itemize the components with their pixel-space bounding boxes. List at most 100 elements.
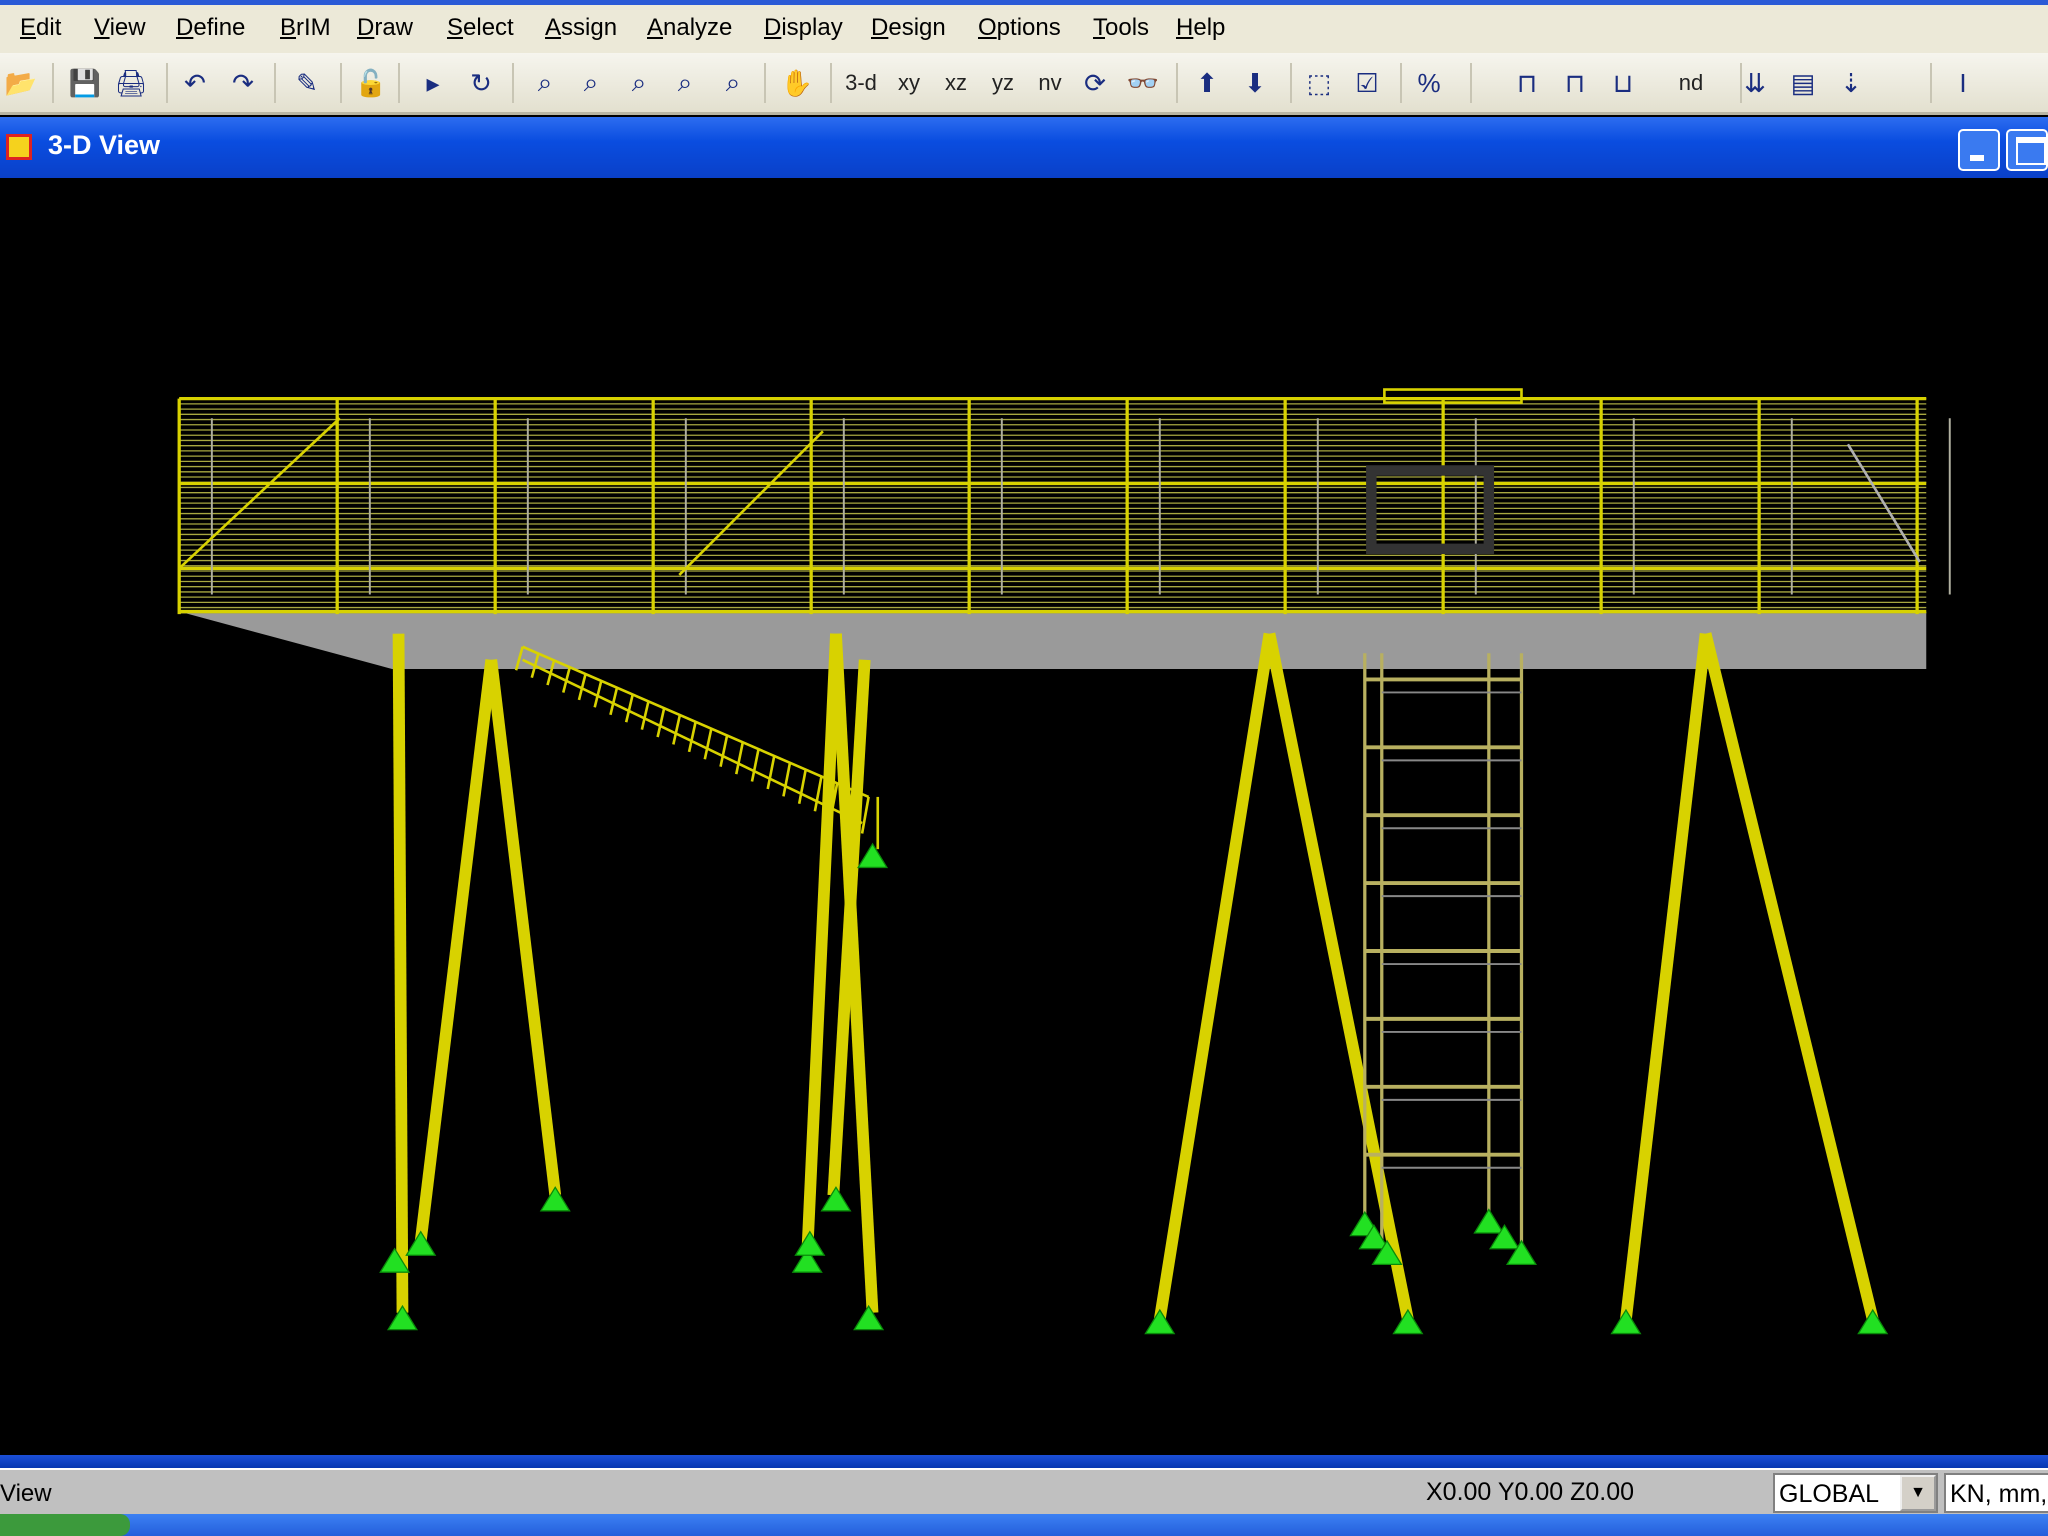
start-button[interactable]	[0, 1514, 130, 1536]
zoom-out-icon[interactable]: ⌕	[714, 63, 752, 103]
deck-opening	[1383, 388, 1523, 404]
support-icon	[1857, 1308, 1889, 1335]
rotate-icon[interactable]: ↻	[462, 63, 500, 103]
menu-analyze[interactable]: Analyze	[647, 14, 732, 42]
menu-display[interactable]: Display	[764, 14, 843, 42]
view-xy-button[interactable]: xy	[890, 63, 928, 103]
refresh-icon[interactable]: ⟳	[1076, 63, 1114, 103]
status-text: View	[0, 1480, 52, 1507]
stair-tread	[672, 714, 682, 745]
menu-assign[interactable]: Assign	[545, 14, 617, 42]
redo-icon[interactable]: ↷	[224, 63, 262, 103]
pan-icon[interactable]: ✋	[778, 63, 816, 103]
support-icon	[1144, 1308, 1176, 1335]
support-icon	[1610, 1308, 1642, 1335]
toolbar-separator	[1400, 63, 1402, 103]
stair-tread	[750, 748, 760, 782]
column	[392, 633, 409, 1313]
coordinate-system-select[interactable]: GLOBAL ▼	[1773, 1473, 1938, 1513]
view-xz-button[interactable]: xz	[937, 63, 975, 103]
menu-view[interactable]: View	[94, 14, 146, 42]
coordinate-system-value: GLOBAL	[1779, 1480, 1880, 1508]
menu-draw[interactable]: Draw	[357, 14, 413, 42]
toolbar-separator	[512, 63, 514, 103]
app-icon	[6, 134, 32, 160]
menu-design[interactable]: Design	[871, 14, 946, 42]
structure-model	[177, 388, 1951, 1335]
3d-model-viewport[interactable]	[0, 178, 2048, 1455]
menu-define[interactable]: Define	[176, 14, 245, 42]
minimize-button[interactable]	[1958, 129, 2000, 171]
zoom-previous-icon[interactable]: ⌕	[620, 63, 658, 103]
toolbar-separator	[52, 63, 54, 103]
stair-tread	[703, 728, 713, 760]
load-case-icon[interactable]: ⇣	[1832, 63, 1870, 103]
status-bar: View X0.00 Y0.00 Z0.00 GLOBAL ▼ KN, mm, C	[0, 1468, 2048, 1514]
column	[414, 659, 498, 1242]
menu-select[interactable]: Select	[447, 14, 514, 42]
chevron-down-icon[interactable]: ▼	[1900, 1475, 1936, 1511]
shrink-icon[interactable]: ⬚	[1300, 63, 1338, 103]
lock-icon[interactable]: 🔓	[352, 63, 390, 103]
run-icon[interactable]: ▸	[414, 63, 452, 103]
load-display-icon[interactable]: ▤	[1784, 63, 1822, 103]
view-window-titlebar[interactable]: 3-D View	[0, 117, 2048, 178]
down-icon[interactable]: ⬇	[1236, 63, 1274, 103]
support-icon	[794, 1230, 826, 1256]
toolbar-separator	[1176, 63, 1178, 103]
frame-template-icon[interactable]: ⊓	[1556, 63, 1594, 103]
window-bottom-border	[0, 1455, 2048, 1468]
support-icon	[857, 842, 889, 869]
menu-help[interactable]: Help	[1176, 14, 1225, 42]
toolbar-separator	[764, 63, 766, 103]
support-icon	[820, 1186, 852, 1212]
section-icon[interactable]: I	[1944, 63, 1982, 103]
units-select[interactable]: KN, mm, C	[1944, 1473, 2048, 1513]
bridge-icon[interactable]: ⊔	[1604, 63, 1642, 103]
stair-tread	[813, 776, 823, 812]
menu-bar: Edit View Define BrIM Draw Select Assign Analyz…	[0, 5, 2048, 53]
view-3-d-button[interactable]: 3-d	[842, 63, 880, 103]
toolbar-separator	[340, 63, 342, 103]
menu-edit[interactable]: Edit	[20, 14, 61, 42]
support-icon	[1473, 1208, 1505, 1234]
support-icon	[853, 1304, 885, 1331]
support-icon	[1392, 1308, 1424, 1335]
column	[485, 659, 562, 1196]
toolbar: 📂 💾 🖨 ↶ ↷ ✎ 🔓 ▸ ↻ ⌕ ⌕ ⌕ ⌕ ⌕ ✋ 3-d xy xz yz nv ⟳ 👓 ⬆ ⬇ ⬚ ☑% ⊓ ⊓ ⊔ nd ⇊ ▤…	[0, 53, 2048, 115]
stair-tread	[640, 701, 650, 730]
toolbar-separator	[398, 63, 400, 103]
check-icon[interactable]: ☑	[1348, 63, 1386, 103]
zoom-window-icon[interactable]: ⌕	[526, 63, 564, 103]
zoom-restore-icon[interactable]: ⌕	[572, 63, 610, 103]
menu-options[interactable]: Options	[978, 14, 1061, 42]
zoom-in-icon[interactable]: ⌕	[666, 63, 704, 103]
frame-icon[interactable]: ⊓	[1508, 63, 1546, 103]
menu-tools[interactable]: Tools	[1093, 14, 1149, 42]
stair-tread	[656, 707, 666, 738]
maximize-button[interactable]	[2006, 129, 2048, 171]
stair-tread	[719, 735, 729, 767]
print-icon[interactable]: 🖨	[112, 63, 150, 103]
menu-brim[interactable]: BrIM	[280, 14, 331, 42]
nd-button[interactable]: nd	[1672, 63, 1710, 103]
percent-icon[interactable]: %	[1410, 63, 1448, 103]
save-icon[interactable]: 💾	[66, 63, 104, 103]
toolbar-separator	[166, 63, 168, 103]
column	[1263, 632, 1414, 1321]
column	[1153, 632, 1276, 1321]
view-nv-button[interactable]: nv	[1031, 63, 1069, 103]
load-icon[interactable]: ⇊	[1736, 63, 1774, 103]
support-icon	[386, 1304, 419, 1331]
stair-tread	[782, 762, 792, 797]
stair-tread	[624, 694, 634, 723]
up-icon[interactable]: ⬆	[1188, 63, 1226, 103]
stair-tread	[766, 755, 776, 790]
pencil-icon[interactable]: ✎	[288, 63, 326, 103]
open-icon[interactable]: 📂	[2, 63, 40, 103]
column	[1620, 633, 1712, 1320]
view-yz-button[interactable]: yz	[984, 63, 1022, 103]
deck-slab	[179, 611, 1927, 669]
perspective-icon[interactable]: 👓	[1124, 63, 1162, 103]
undo-icon[interactable]: ↶	[176, 63, 214, 103]
